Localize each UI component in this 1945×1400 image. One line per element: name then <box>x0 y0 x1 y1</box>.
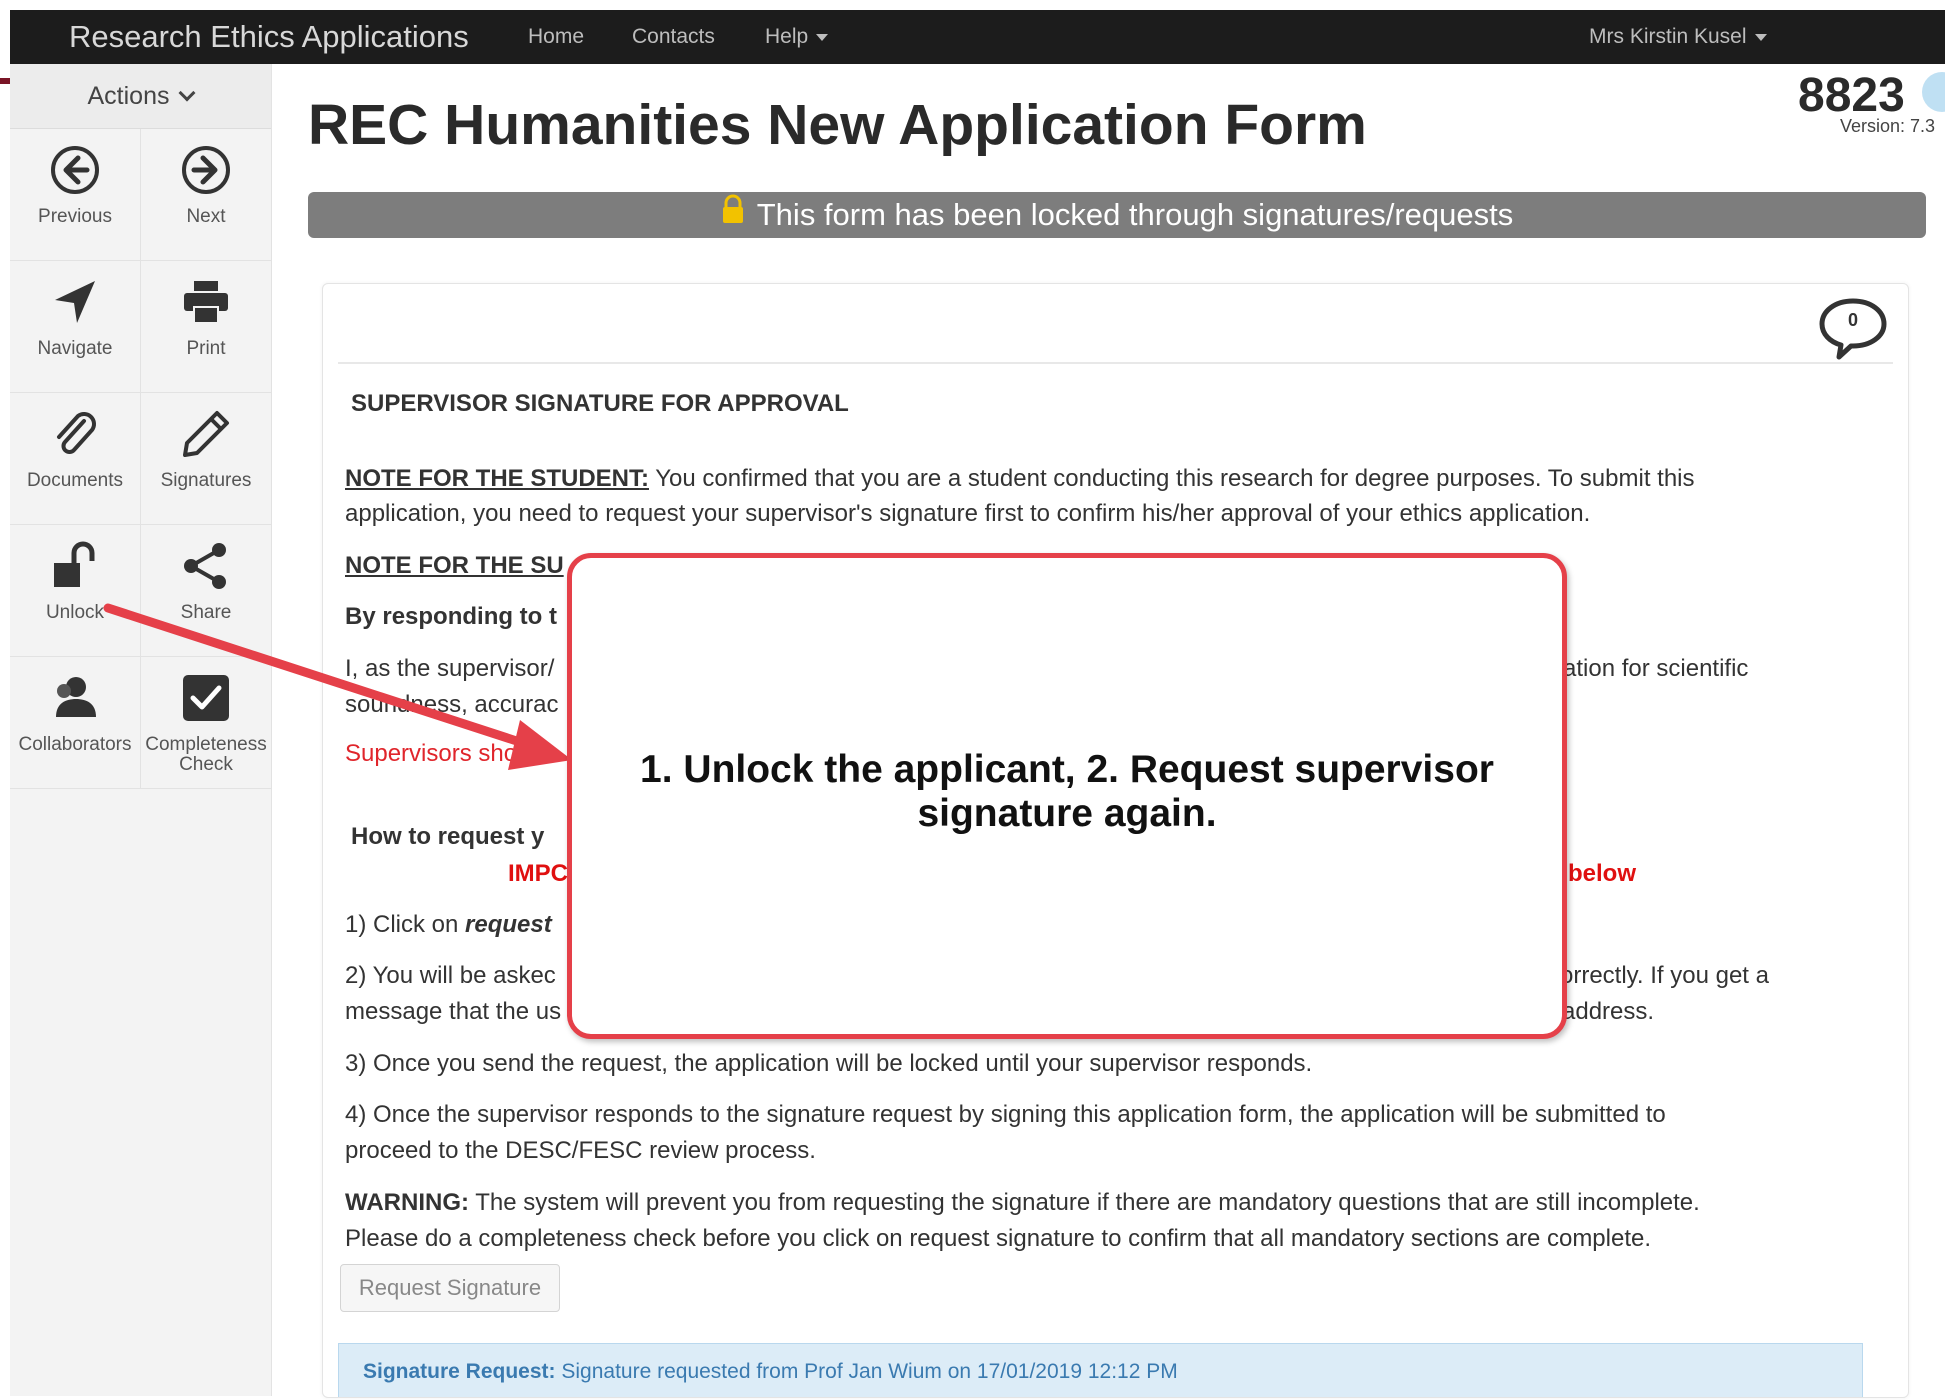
step-2-text-right: orrectly. If you get a <box>1560 962 1769 989</box>
previous-button[interactable]: Previous <box>10 129 141 261</box>
completeness-check-button[interactable]: Completeness Check <box>141 657 272 789</box>
step-2-text: 2) You will be askec <box>345 962 556 989</box>
step-2b-text: message that the us <box>345 998 562 1025</box>
previous-label: Previous <box>38 206 112 227</box>
important-text: IMPC <box>508 860 568 887</box>
application-number: 8823 <box>1798 69 1905 122</box>
below-text: below <box>1568 860 1637 887</box>
step-1-text: 1) Click on request <box>345 911 552 938</box>
top-navbar: Research Ethics Applications Home Contac… <box>10 10 1945 64</box>
nav-help-label: Help <box>765 25 809 48</box>
navigate-button[interactable]: Navigate <box>10 261 141 393</box>
page-title: REC Humanities New Application Form <box>308 93 1367 157</box>
callout-text: 1. Unlock the applicant, 2. Request supe… <box>640 748 1494 835</box>
caret-down-icon <box>1754 33 1767 41</box>
step-2b-text-right: address. <box>1562 998 1655 1025</box>
nav-contacts-link[interactable]: Contacts <box>632 10 715 64</box>
note-student-line2: application, you need to request your su… <box>345 500 1591 527</box>
unlock-label: Unlock <box>45 602 105 623</box>
version-label: Version: 7.3 <box>1840 116 1936 136</box>
actions-sidebar: Actions Previous Next Navigate Print Doc… <box>10 64 272 1396</box>
navigate-label: Navigate <box>37 338 113 359</box>
arrow-right-circle-icon <box>182 146 230 194</box>
paperclip-icon <box>57 412 96 454</box>
step-4-line1: 4) Once the supervisor responds to the s… <box>345 1101 1666 1128</box>
actions-label: Actions <box>87 82 170 110</box>
documents-button[interactable]: Documents <box>10 393 141 525</box>
share-button[interactable]: Share <box>141 525 272 657</box>
print-label: Print <box>186 338 226 359</box>
user-menu[interactable]: Mrs Kirstin Kusel <box>1589 10 1767 64</box>
users-icon <box>56 677 96 717</box>
navigate-arrow-icon <box>55 281 95 323</box>
lock-banner: This form has been locked through signat… <box>308 192 1926 238</box>
supervisor-statement-right: ation for scientific <box>1563 655 1749 682</box>
nav-help-menu[interactable]: Help <box>765 10 829 64</box>
request-signature-button[interactable]: Request Signature <box>340 1264 560 1312</box>
collaborators-button[interactable]: Collaborators <box>10 657 141 789</box>
actions-dropdown[interactable]: Actions <box>10 64 271 129</box>
brand-title[interactable]: Research Ethics Applications <box>69 10 469 64</box>
brand-accent-mark <box>0 78 10 84</box>
print-button[interactable]: Print <box>141 261 272 393</box>
comment-count: 0 <box>1847 310 1858 330</box>
supervisor-statement: I, as the supervisor/ <box>345 655 555 682</box>
signature-request-alert: Signature Request: Signature requested f… <box>338 1343 1863 1397</box>
help-icon[interactable] <box>1922 72 1945 112</box>
warning-line1: WARNING: The system will prevent you fro… <box>345 1189 1700 1216</box>
unlock-button[interactable]: Unlock <box>10 525 141 657</box>
by-responding-text: By responding to t <box>345 603 557 630</box>
nav-home-link[interactable]: Home <box>528 10 584 64</box>
signatures-button[interactable]: Signatures <box>141 393 272 525</box>
how-to-request-heading: How to request y <box>351 823 545 850</box>
note-student-line1: NOTE FOR THE STUDENT: You confirmed that… <box>345 465 1695 492</box>
documents-label: Documents <box>26 470 124 491</box>
collaborators-label: Collaborators <box>18 734 132 755</box>
signature-request-text: Signature requested from Prof Jan Wium o… <box>555 1360 1178 1383</box>
note-supervisor-heading: NOTE FOR THE SU <box>345 552 564 579</box>
lock-icon <box>721 191 745 237</box>
completeness-label: Completeness Check <box>145 734 267 775</box>
next-button[interactable]: Next <box>141 129 272 261</box>
printer-icon <box>184 281 228 324</box>
share-icon <box>184 543 226 589</box>
next-label: Next <box>186 206 226 227</box>
panel-divider <box>338 362 1893 364</box>
unlock-icon <box>54 541 95 587</box>
step-4-line2: proceed to the DESC/FESC review process. <box>345 1137 816 1164</box>
checkbox-icon <box>183 675 229 721</box>
section-heading: SUPERVISOR SIGNATURE FOR APPROVAL <box>351 390 849 417</box>
arrow-left-circle-icon <box>51 146 99 194</box>
user-name: Mrs Kirstin Kusel <box>1589 25 1747 48</box>
pencil-icon <box>183 411 229 457</box>
supervisors-should-text: Supervisors should <box>345 740 550 767</box>
instruction-callout: 1. Unlock the applicant, 2. Request supe… <box>567 553 1567 1039</box>
caret-down-icon <box>816 33 829 41</box>
share-label: Share <box>180 602 232 623</box>
warning-line2: Please do a completeness check before yo… <box>345 1225 1652 1252</box>
soundness-text: soundness, accurac <box>345 691 559 718</box>
lock-banner-text: This form has been locked through signat… <box>756 197 1514 232</box>
signature-request-label: Signature Request: <box>363 1360 556 1383</box>
step-3-text: 3) Once you send the request, the applic… <box>345 1050 1313 1077</box>
signatures-label: Signatures <box>160 470 252 491</box>
chevron-down-icon <box>178 84 196 102</box>
